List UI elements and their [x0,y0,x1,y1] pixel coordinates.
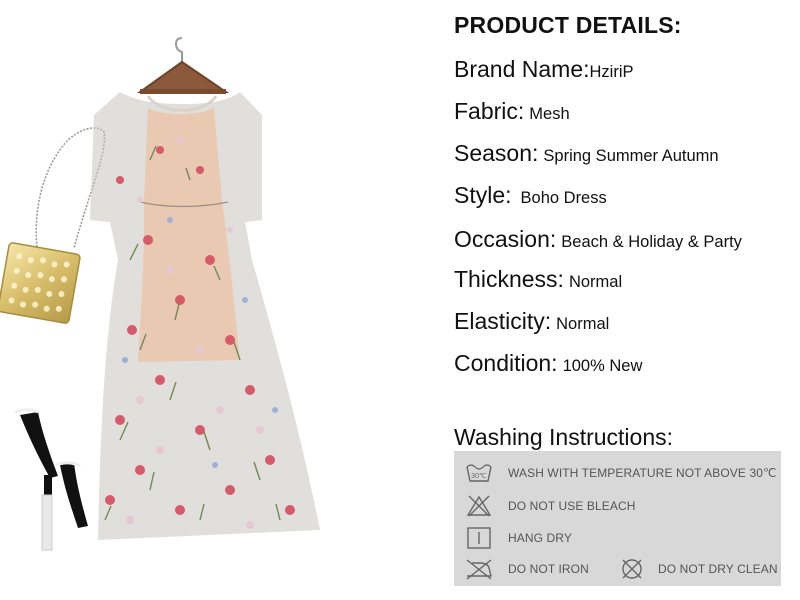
style-value: Boho Dress [520,189,607,207]
occasion-label: Occasion: [454,226,557,252]
hanger [136,37,230,94]
shoes [14,408,88,551]
wash-temp-mark: 30℃ [471,473,487,480]
fabric-label: Fabric: [454,98,525,124]
fabric-value: Mesh [529,105,570,123]
product-details-heading: PRODUCT DETAILS: [454,12,682,38]
wash-instruction-label: DO NOT DRY CLEAN [658,562,778,576]
elasticity-label: Elasticity: [454,308,552,334]
brand-row: Brand Name:HziriP [454,56,634,83]
washing-instructions-panel: 30℃ WASH WITH TEMPERATURE NOT ABOVE 30℃ … [454,451,781,586]
wash-30-icon: 30℃ [466,464,492,482]
wash-instruction-item: 30℃ WASH WITH TEMPERATURE NOT ABOVE 30℃ [464,461,777,485]
brand-value: HziriP [589,63,634,81]
no-bleach-icon [466,495,492,517]
product-photo [0,37,320,551]
thickness-label: Thickness: [454,266,564,292]
wash-instruction-label: DO NOT IRON [508,562,589,576]
wash-instruction-label: WASH WITH TEMPERATURE NOT ABOVE 30℃ [508,466,777,480]
condition-label: Condition: [454,350,558,376]
season-row: Season: Spring Summer Autumn [454,140,719,167]
wash-instruction-label: DO NOT USE BLEACH [508,499,636,513]
season-label: Season: [454,140,539,166]
no-iron-icon [466,559,492,580]
no-dry-clean-icon [622,559,642,579]
condition-row: Condition: 100% New [454,350,642,377]
elasticity-value: Normal [556,315,610,333]
occasion-row: Occasion: Beach & Holiday & Party [454,226,742,253]
season-value: Spring Summer Autumn [543,147,719,165]
dress [90,92,320,540]
condition-value: 100% New [562,357,643,375]
occasion-value: Beach & Holiday & Party [561,233,742,251]
wash-instruction-item: DO NOT USE BLEACH [464,494,636,518]
wash-instruction-item: DO NOT IRON [464,557,589,581]
brand-label: Brand Name: [454,56,590,82]
clutch-bag [0,242,81,324]
elasticity-row: Elasticity: Normal [454,308,609,335]
wash-instruction-item: HANG DRY [464,526,572,550]
hang-dry-icon [467,527,491,549]
wash-instruction-label: HANG DRY [508,531,572,545]
fabric-row: Fabric: Mesh [454,98,570,125]
thickness-row: Thickness: Normal [454,266,622,293]
style-row: Style: Boho Dress [454,182,607,209]
style-label: Style: [454,182,512,208]
thickness-value: Normal [568,273,623,291]
washing-instructions-title: Washing Instructions: [454,424,674,450]
wash-instruction-item: DO NOT DRY CLEAN [620,557,778,581]
